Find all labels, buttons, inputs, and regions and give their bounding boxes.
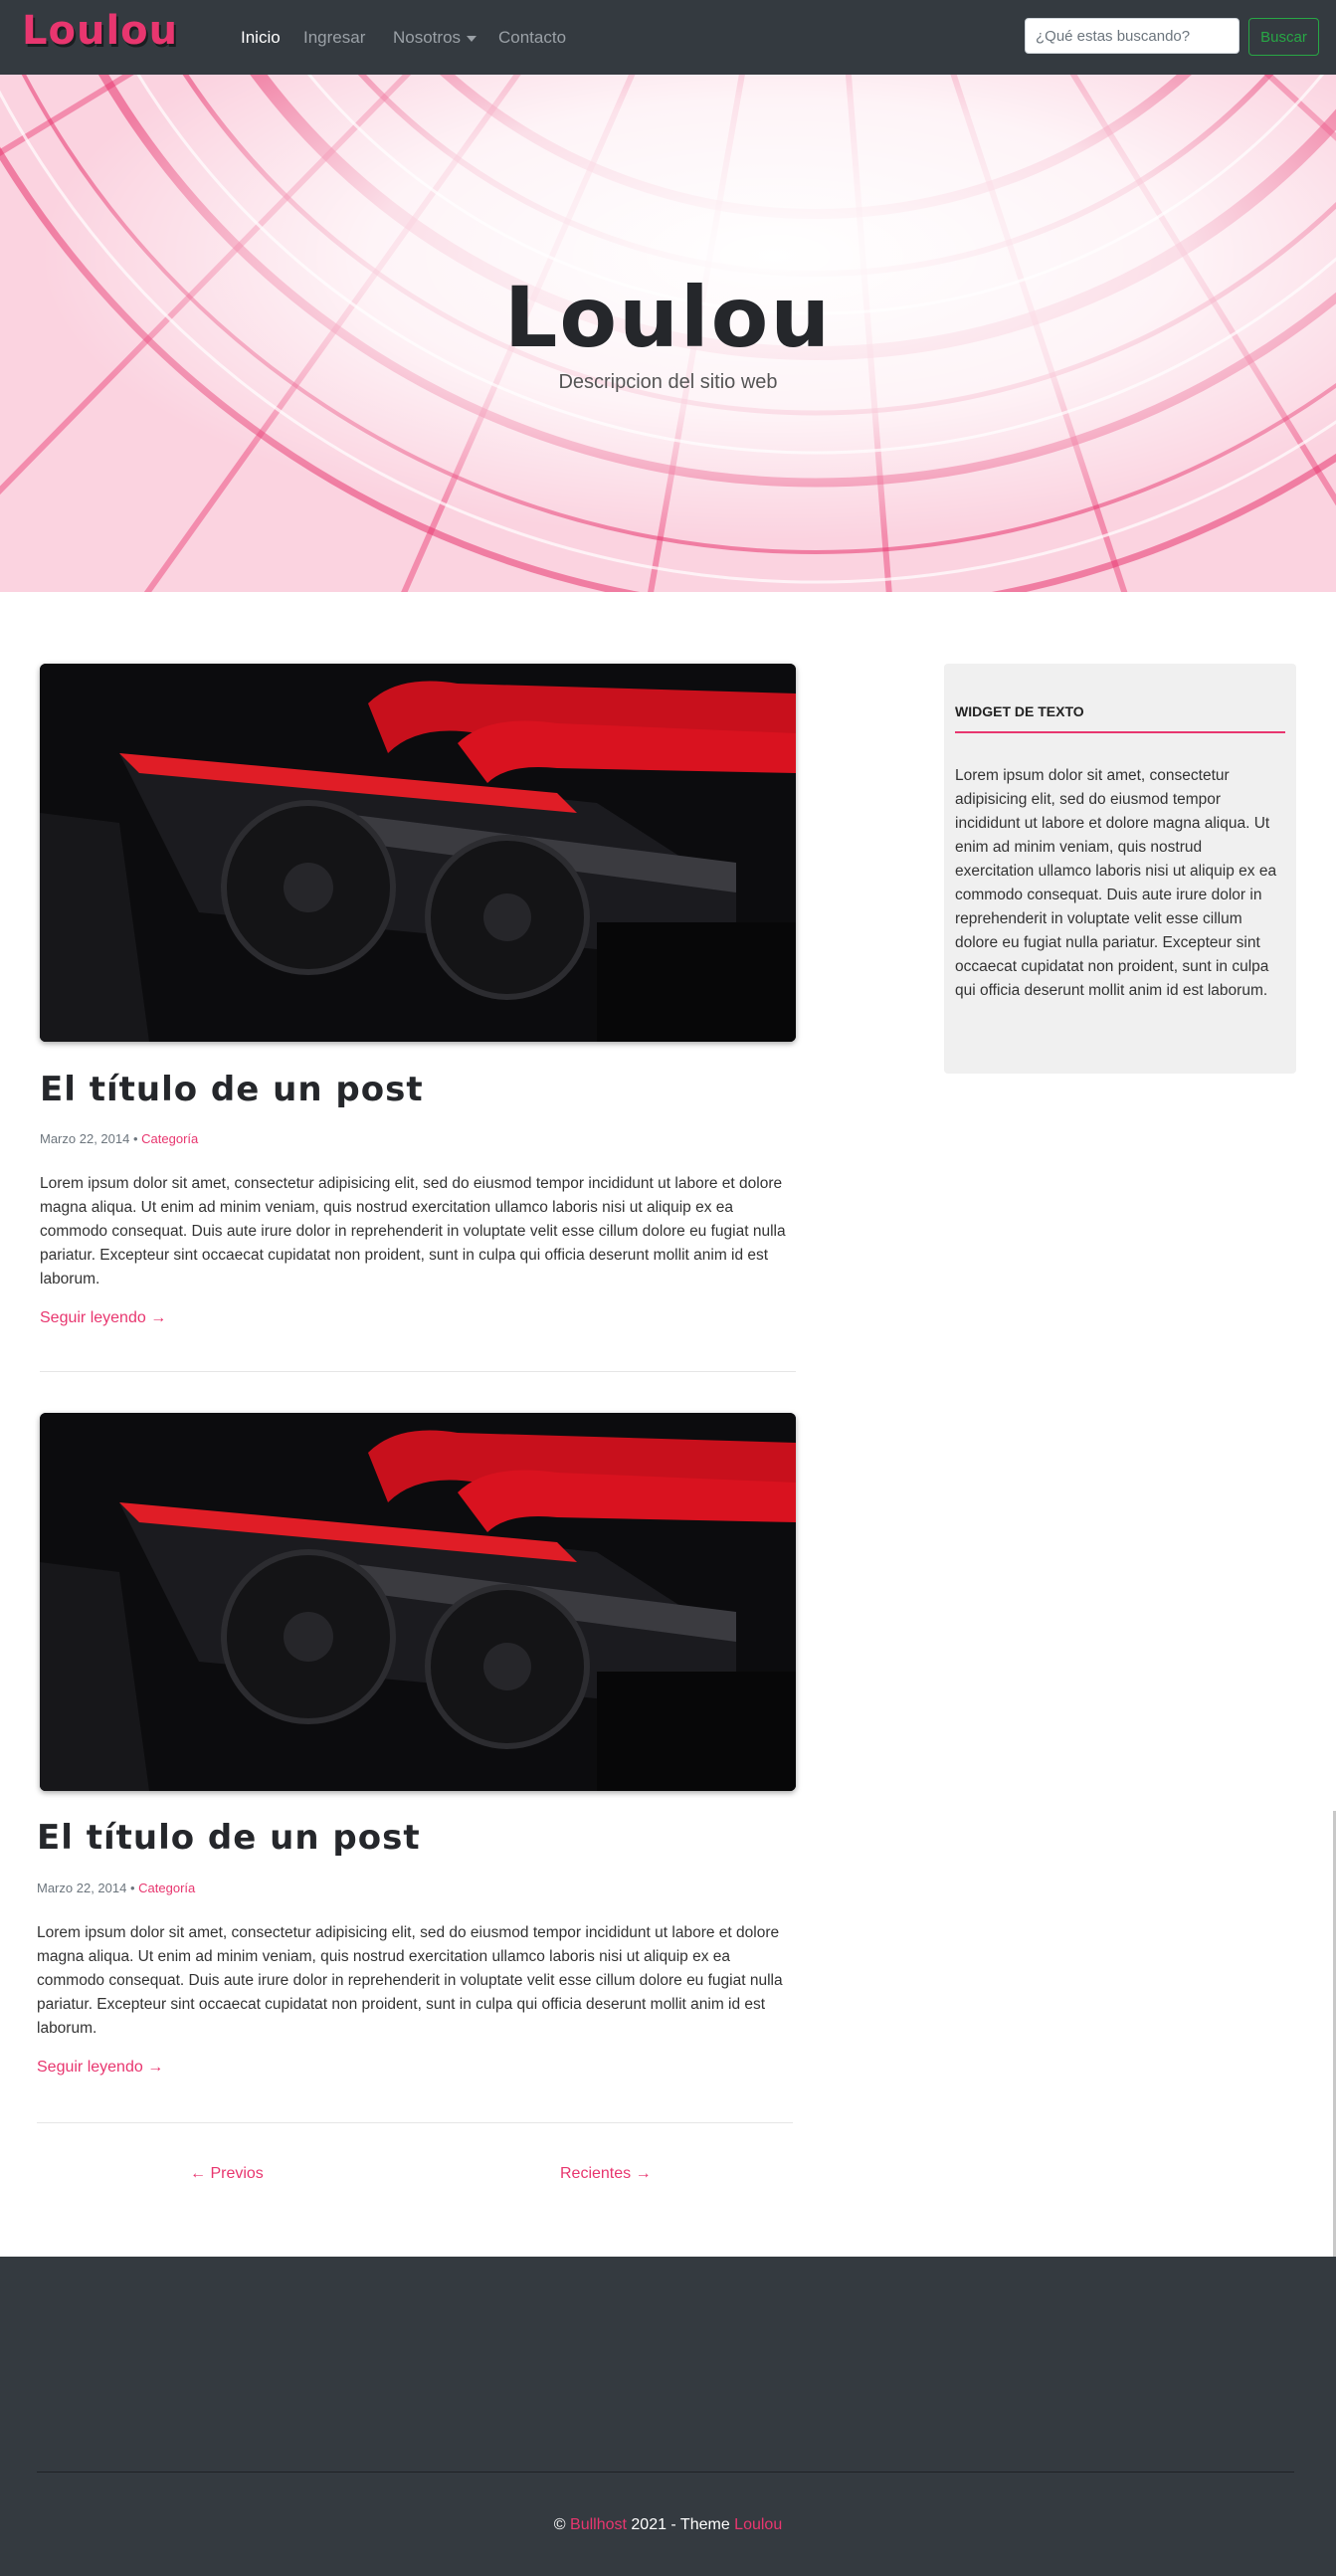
- footer-company-link[interactable]: Bullhost: [570, 2516, 627, 2533]
- meta-separator: •: [132, 1131, 138, 1146]
- hero-banner: Loulou Descripcion del sitio web: [0, 75, 1336, 592]
- widget-title: WIDGET DE TEXTO: [955, 703, 1084, 719]
- brand-logo[interactable]: Loulou: [22, 8, 178, 54]
- nav-item-nosotros-label: Nosotros: [393, 28, 462, 47]
- hero-title: Loulou: [503, 269, 833, 366]
- pagination-next[interactable]: Recientes →: [560, 2165, 652, 2183]
- post-image[interactable]: [40, 1413, 796, 1791]
- post-divider: [40, 1371, 796, 1372]
- post-title[interactable]: El título de un post: [40, 1070, 424, 1109]
- search-button[interactable]: Buscar: [1248, 18, 1319, 56]
- post-meta: Marzo 22, 2014 • Categoría: [37, 1881, 195, 1895]
- hero-subtitle: Descripcion del sitio web: [558, 371, 778, 393]
- post-excerpt: Lorem ipsum dolor sit amet, consectetur …: [40, 1175, 786, 1288]
- search-input[interactable]: [1025, 18, 1240, 54]
- read-more-link[interactable]: Seguir leyendo →: [37, 2059, 163, 2077]
- copyright-symbol: ©: [553, 2516, 566, 2533]
- post-category-link[interactable]: Categoría: [141, 1131, 198, 1146]
- pagination-previous[interactable]: ← Previos: [190, 2165, 264, 2183]
- graphics-card-image: [40, 1413, 796, 1791]
- post-image[interactable]: [40, 664, 796, 1042]
- post-excerpt: Lorem ipsum dolor sit amet, consectetur …: [37, 1924, 783, 2037]
- text-widget: WIDGET DE TEXTO Lorem ipsum dolor sit am…: [944, 664, 1296, 1074]
- footer-copyright: © Bullhost 2021 - Theme Loulou: [0, 2516, 1336, 2534]
- nav-item-inicio[interactable]: Inicio: [241, 28, 281, 48]
- read-more-link[interactable]: Seguir leyendo →: [40, 1309, 166, 1327]
- post-meta: Marzo 22, 2014 • Categoría: [40, 1131, 198, 1146]
- nav-item-contacto[interactable]: Contacto: [498, 28, 566, 48]
- footer: © Bullhost 2021 - Theme Loulou: [0, 2257, 1336, 2576]
- post-date: Marzo 22, 2014: [37, 1881, 127, 1895]
- widget-divider: [955, 731, 1285, 733]
- post-category-link[interactable]: Categoría: [138, 1881, 195, 1895]
- navbar: Loulou Inicio Ingresar Nosotros Contacto…: [0, 0, 1336, 75]
- footer-year-theme: 2021 - Theme: [631, 2516, 730, 2533]
- widget-text: Lorem ipsum dolor sit amet, consectetur …: [955, 767, 1277, 999]
- nav-item-ingresar[interactable]: Ingresar: [303, 28, 365, 48]
- footer-theme-link[interactable]: Loulou: [734, 2516, 782, 2533]
- footer-divider: [37, 2472, 1294, 2473]
- meta-separator: •: [129, 1881, 135, 1895]
- post-title[interactable]: El título de un post: [37, 1818, 421, 1858]
- post-divider: [37, 2122, 793, 2123]
- post-date: Marzo 22, 2014: [40, 1131, 130, 1146]
- graphics-card-image: [40, 664, 796, 1042]
- chevron-down-icon: [467, 35, 477, 42]
- nav-item-nosotros[interactable]: Nosotros: [393, 28, 477, 48]
